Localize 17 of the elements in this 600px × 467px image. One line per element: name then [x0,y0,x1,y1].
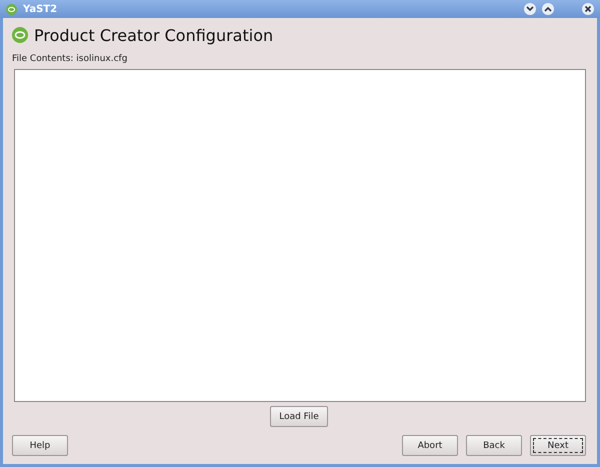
dialog-button[interactable]: Help [12,435,68,456]
maximize-button[interactable] [542,3,554,15]
dialog-button[interactable]: Next [530,435,586,456]
close-icon [584,5,592,13]
chevron-down-icon [526,5,534,13]
app-logo-icon [6,4,17,14]
app-logo-icon [12,27,28,43]
load-file-button[interactable]: Load File [270,406,328,427]
file-contents-field[interactable] [14,69,586,402]
page-heading: Product Creator Configuration [34,26,274,44]
dialog-button[interactable]: Abort [402,435,458,456]
chevron-up-icon [544,5,552,13]
dialog-button[interactable]: Back [466,435,522,456]
window-title: YaST2 [23,4,58,14]
close-button[interactable] [582,3,594,15]
field-label: File Contents: isolinux.cfg [12,54,128,64]
minimize-button[interactable] [524,3,536,15]
